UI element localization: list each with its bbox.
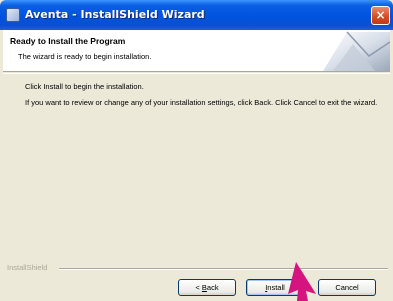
- back-button[interactable]: < Back: [178, 279, 236, 296]
- instruction-text: Click Install to begin the installation.: [25, 82, 144, 91]
- cancel-button[interactable]: Cancel: [318, 279, 376, 296]
- back-label-rest: ack: [206, 283, 219, 292]
- installshield-label: InstallShield: [7, 263, 48, 272]
- cancel-label: Cancel: [335, 283, 359, 292]
- header-separator: [3, 73, 390, 74]
- page-subtitle: The wizard is ready to begin installatio…: [18, 52, 152, 61]
- arrow-pointer: [288, 262, 316, 301]
- installer-icon: [6, 8, 20, 22]
- footer-separator: [59, 268, 388, 270]
- close-button[interactable]: ×: [371, 6, 390, 25]
- computer-graphic: [303, 30, 390, 71]
- installer-window: Aventa - InstallShield Wizard × Ready to…: [0, 0, 393, 301]
- header-band: Ready to Install the Program The wizard …: [3, 30, 390, 72]
- window-title: Aventa - InstallShield Wizard: [25, 8, 205, 21]
- close-icon: ×: [375, 8, 386, 22]
- page-title: Ready to Install the Program: [10, 36, 126, 46]
- title-bar[interactable]: Aventa - InstallShield Wizard ×: [0, 0, 393, 30]
- review-text: If you want to review or change any of y…: [25, 98, 378, 107]
